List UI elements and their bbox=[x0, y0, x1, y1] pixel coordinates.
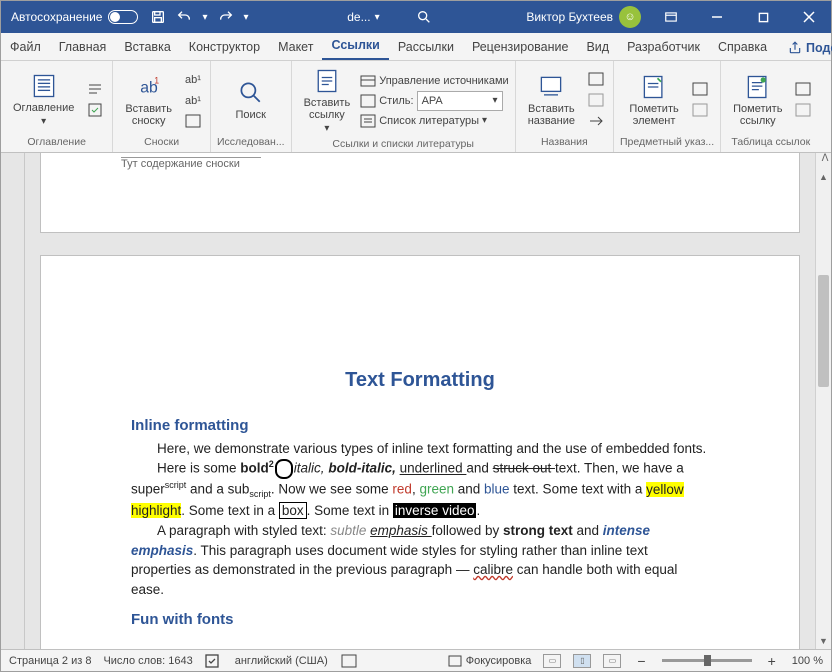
zoom-value[interactable]: 100 % bbox=[792, 655, 823, 667]
zoom-slider[interactable] bbox=[662, 659, 752, 662]
heading-fonts: Fun with fonts bbox=[131, 609, 709, 631]
insert-toa-icon[interactable] bbox=[792, 79, 814, 99]
document-area[interactable]: Тут содержание сноски Text Formatting In… bbox=[25, 153, 815, 649]
ribbon-tabs: Файл Главная Вставка Конструктор Макет С… bbox=[1, 33, 831, 61]
svg-text:1: 1 bbox=[154, 75, 159, 85]
text-cursor-icon bbox=[275, 459, 293, 479]
tab-file[interactable]: Файл bbox=[1, 35, 50, 60]
para-3: A paragraph with styled text: subtle emp… bbox=[131, 521, 709, 599]
group-citations: Вставить ссылку▾ Управление источниками … bbox=[292, 61, 516, 152]
update-toa-icon[interactable] bbox=[792, 100, 814, 120]
page-2[interactable]: Text Formatting Inline formatting Here, … bbox=[40, 255, 800, 649]
tab-mailings[interactable]: Рассылки bbox=[389, 35, 463, 60]
update-index-icon[interactable] bbox=[689, 100, 711, 120]
app-window: Автосохранение ▾ ▾ de... ▾ bbox=[0, 0, 832, 672]
vertical-ruler bbox=[1, 153, 25, 649]
accessibility-icon[interactable] bbox=[340, 654, 358, 668]
ribbon: Оглавление▾ Оглавление ab1 Вставить снос… bbox=[1, 61, 831, 153]
insert-endnote-icon[interactable]: ab¹ bbox=[182, 69, 204, 89]
undo-icon[interactable] bbox=[176, 9, 192, 25]
group-index: Пометить элемент Предметный указ... bbox=[614, 61, 721, 152]
insert-citation-button[interactable]: Вставить ссылку▾ bbox=[298, 65, 357, 136]
tab-developer[interactable]: Разработчик bbox=[618, 35, 709, 60]
focus-mode-button[interactable]: Фокусировка bbox=[448, 655, 532, 667]
maximize-button[interactable] bbox=[741, 1, 785, 33]
tab-layout[interactable]: Макет bbox=[269, 35, 322, 60]
update-toc-icon[interactable] bbox=[84, 100, 106, 120]
account-button[interactable]: Виктор Бухтеев ☺ bbox=[526, 6, 641, 28]
zoom-out-button[interactable]: − bbox=[633, 653, 649, 669]
scroll-down-icon[interactable]: ▼ bbox=[816, 633, 831, 649]
insert-caption-button[interactable]: Вставить название bbox=[522, 71, 581, 129]
document-name[interactable]: de... ▾ bbox=[347, 10, 379, 24]
minimize-button[interactable] bbox=[695, 1, 739, 33]
group-footnotes: ab1 Вставить сноску ab¹ ab¹ Сноски bbox=[113, 61, 211, 152]
tab-references[interactable]: Ссылки bbox=[322, 33, 388, 60]
search-button[interactable]: Поиск bbox=[224, 77, 278, 123]
group-research: Поиск Исследован... bbox=[211, 61, 292, 152]
mark-citation-button[interactable]: Пометить ссылку bbox=[727, 71, 788, 129]
update-tof-icon[interactable] bbox=[585, 90, 607, 110]
scroll-thumb[interactable] bbox=[818, 275, 829, 387]
insert-footnote-button[interactable]: ab1 Вставить сноску bbox=[119, 71, 178, 129]
docname-dropdown-icon: ▾ bbox=[375, 12, 380, 23]
insert-index-icon[interactable] bbox=[689, 79, 711, 99]
doc-title: Text Formatting bbox=[131, 366, 709, 395]
tab-view[interactable]: Вид bbox=[577, 35, 618, 60]
read-mode-icon[interactable]: ▭ bbox=[543, 654, 561, 668]
status-words[interactable]: Число слов: 1643 bbox=[103, 655, 192, 667]
redo-icon[interactable] bbox=[218, 9, 234, 25]
status-bar: Страница 2 из 8 Число слов: 1643 английс… bbox=[1, 649, 831, 671]
undo-dropdown-icon[interactable]: ▾ bbox=[202, 12, 207, 23]
workspace: Тут содержание сноски Text Formatting In… bbox=[1, 153, 831, 649]
vertical-scrollbar[interactable]: ᐱ ▲ ▼ bbox=[815, 153, 831, 649]
toc-button[interactable]: Оглавление▾ bbox=[7, 70, 80, 129]
svg-text:ab¹: ab¹ bbox=[185, 74, 201, 86]
save-icon[interactable] bbox=[150, 9, 166, 25]
heading-inline: Inline formatting bbox=[131, 415, 709, 437]
web-layout-icon[interactable]: ▭ bbox=[603, 654, 621, 668]
para-2: Here is some bold2italic, bold-italic, u… bbox=[131, 458, 709, 521]
group-toc: Оглавление▾ Оглавление bbox=[1, 61, 113, 152]
ribbon-options-icon[interactable] bbox=[649, 1, 693, 33]
share-button[interactable]: Поделиться bbox=[776, 36, 832, 60]
toggle-switch[interactable] bbox=[108, 10, 138, 24]
print-layout-icon[interactable]: ▯ bbox=[573, 654, 591, 668]
tab-help[interactable]: Справка bbox=[709, 35, 776, 60]
qat-customize-icon[interactable]: ▾ bbox=[244, 12, 249, 23]
spellcheck-icon[interactable] bbox=[205, 654, 223, 668]
status-page[interactable]: Страница 2 из 8 bbox=[9, 655, 91, 667]
mark-entry-button[interactable]: Пометить элемент bbox=[623, 71, 684, 129]
user-name: Виктор Бухтеев bbox=[526, 10, 613, 24]
tab-home[interactable]: Главная bbox=[50, 35, 116, 60]
tab-review[interactable]: Рецензирование bbox=[463, 35, 578, 60]
search-icon[interactable] bbox=[416, 9, 432, 25]
bibliography-button[interactable]: Список литературы▾ bbox=[360, 114, 508, 128]
status-language[interactable]: английский (США) bbox=[235, 655, 328, 667]
collapse-ribbon-icon[interactable]: ᐱ bbox=[816, 153, 831, 169]
autosave-toggle[interactable]: Автосохранение bbox=[11, 10, 138, 24]
group-captions: Вставить название Названия bbox=[516, 61, 614, 152]
autosave-label: Автосохранение bbox=[11, 10, 102, 24]
insert-tof-icon[interactable] bbox=[585, 69, 607, 89]
group-toa: Пометить ссылку Таблица ссылок bbox=[721, 61, 820, 152]
cross-ref-icon[interactable] bbox=[585, 111, 607, 131]
page-1-tail: Тут содержание сноски bbox=[40, 153, 800, 233]
scroll-up-icon[interactable]: ▲ bbox=[816, 169, 831, 185]
title-bar: Автосохранение ▾ ▾ de... ▾ bbox=[1, 1, 831, 33]
citation-style-select[interactable]: Стиль: APA▾ bbox=[360, 91, 508, 111]
avatar-icon: ☺ bbox=[619, 6, 641, 28]
tab-design[interactable]: Конструктор bbox=[180, 35, 269, 60]
show-notes-icon[interactable] bbox=[182, 111, 204, 131]
zoom-in-button[interactable]: + bbox=[764, 653, 780, 669]
next-footnote-icon[interactable]: ab¹ bbox=[182, 90, 204, 110]
manage-sources-button[interactable]: Управление источниками bbox=[360, 74, 508, 88]
close-button[interactable] bbox=[787, 1, 831, 33]
para-1: Here, we demonstrate various types of in… bbox=[131, 439, 709, 459]
add-text-icon[interactable] bbox=[84, 79, 106, 99]
tab-insert[interactable]: Вставка bbox=[115, 35, 179, 60]
svg-text:ab¹: ab¹ bbox=[185, 95, 201, 107]
